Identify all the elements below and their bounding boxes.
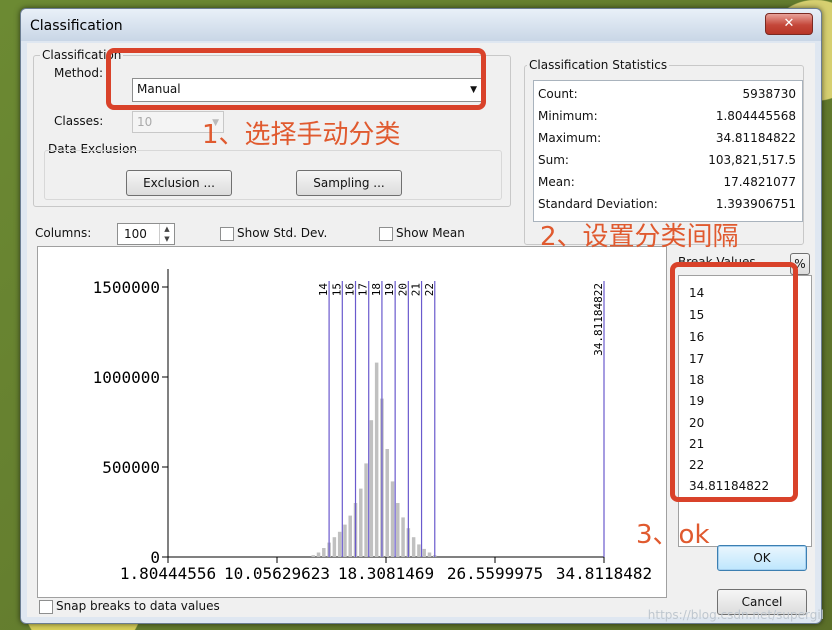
y-tick-label: 1000000	[93, 368, 160, 387]
histogram-bar	[417, 544, 421, 557]
window-title: Classification	[30, 18, 123, 34]
histogram-bar	[316, 552, 321, 557]
stat-row: Mean: 17.4821077	[538, 173, 796, 193]
classes-value: 10	[137, 115, 153, 129]
stat-row: Count: 5938730	[538, 85, 796, 105]
stat-row: Sum: 103,821,517.5	[538, 151, 796, 171]
ok-button[interactable]: OK	[717, 545, 807, 571]
x-tick-label: 34.8118482	[556, 564, 652, 583]
histogram-bar	[385, 449, 389, 557]
stat-row: Minimum: 1.804445568	[538, 107, 796, 127]
histogram-bar	[396, 503, 400, 557]
histogram-bar	[401, 517, 405, 557]
data-exclusion-group	[44, 150, 502, 200]
show-mean-label: Show Mean	[396, 226, 465, 240]
stat-key: Mean:	[538, 175, 575, 189]
break-line-label: 21	[410, 283, 423, 296]
exclusion-button[interactable]: Exclusion ...	[126, 170, 232, 196]
stat-value: 1.804445568	[715, 109, 796, 123]
columns-stepper[interactable]: 100 ▲ ▼	[117, 223, 175, 245]
break-line-label: 20	[396, 283, 409, 296]
histogram-bar	[411, 537, 416, 557]
break-line-label: 18	[370, 283, 383, 296]
histogram-bar	[390, 481, 395, 557]
show-std-dev-checkbox[interactable]	[220, 227, 234, 241]
close-button[interactable]: ✕	[765, 13, 813, 35]
title-bar[interactable]: Classification ✕	[21, 9, 821, 41]
annotation-box-method	[106, 48, 486, 110]
stat-value: 103,821,517.5	[708, 153, 796, 167]
histogram-chart[interactable]: 15000001000000500000014 15 16 17 18 19 20 21 22 3…	[38, 247, 664, 595]
stat-value: 34.81184822	[715, 131, 796, 145]
y-tick-label: 500000	[102, 458, 160, 477]
stat-key: Standard Deviation:	[538, 197, 658, 211]
x-tick-label: 26.5599975	[447, 564, 543, 583]
sampling-button[interactable]: Sampling ...	[296, 170, 402, 196]
annotation-step-2: 2、设置分类间隔	[540, 222, 739, 252]
method-label: Method:	[54, 66, 104, 80]
break-line-label: 34.81184822	[592, 283, 605, 356]
annotation-box-break-values	[670, 262, 798, 502]
histogram-bar	[369, 420, 374, 557]
histogram-bar	[427, 552, 432, 557]
show-std-dev-label: Show Std. Dev.	[237, 226, 328, 240]
snap-label: Snap breaks to data values	[56, 599, 220, 613]
histogram-bar	[364, 463, 368, 557]
stat-row: Maximum: 34.81184822	[538, 129, 796, 149]
annotation-step-3: 3、ok	[636, 520, 710, 550]
break-line-label: 15	[330, 283, 343, 296]
stat-key: Count:	[538, 87, 578, 101]
stat-value: 5938730	[742, 87, 796, 101]
x-tick-label: 18.3081469	[338, 564, 434, 583]
histogram-bar	[343, 524, 347, 557]
break-line-label: 19	[383, 283, 396, 296]
histogram-bar	[374, 362, 379, 557]
show-mean-checkbox[interactable]	[379, 227, 393, 241]
histogram-bar	[422, 548, 426, 557]
stat-key: Minimum:	[538, 109, 598, 123]
stepper-arrows-icon[interactable]: ▲ ▼	[159, 224, 174, 244]
stat-key: Sum:	[538, 153, 569, 167]
columns-value: 100	[124, 227, 147, 241]
stat-row: Standard Deviation: 1.393906751	[538, 195, 796, 215]
snap-checkbox[interactable]	[39, 600, 53, 614]
break-line-label: 17	[357, 283, 370, 296]
histogram-bar	[311, 555, 315, 557]
histogram-panel[interactable]: 1500000 1000000 500000 0 14 15 16 17 18 19 20 21 22 3…	[37, 246, 667, 598]
histogram-bar	[359, 488, 363, 557]
x-tick-label: 1.80444556	[120, 564, 216, 583]
stat-key: Maximum:	[538, 131, 602, 145]
histogram-bar	[322, 548, 326, 557]
stat-value: 17.4821077	[723, 175, 796, 189]
columns-label: Columns:	[35, 226, 92, 240]
histogram-bar	[332, 537, 337, 557]
statistics-table: Count: 5938730 Minimum: 1.804445568 Maximu…	[533, 80, 803, 222]
statistics-group-label: Classification Statistics	[527, 58, 670, 72]
break-line-label: 14	[317, 283, 330, 297]
histogram-bar	[337, 531, 342, 557]
break-line-label: 22	[423, 283, 436, 296]
break-line-label: 16	[344, 283, 357, 296]
classes-label: Classes:	[54, 114, 104, 128]
histogram-bar	[348, 515, 352, 557]
x-tick-label: 10.05629623	[224, 564, 330, 583]
y-tick-label: 1500000	[93, 278, 160, 297]
stat-value: 1.393906751	[715, 197, 796, 211]
annotation-step-1: 1、选择手动分类	[202, 120, 401, 150]
watermark: https://blog.csdn.net/supergil	[647, 608, 824, 622]
